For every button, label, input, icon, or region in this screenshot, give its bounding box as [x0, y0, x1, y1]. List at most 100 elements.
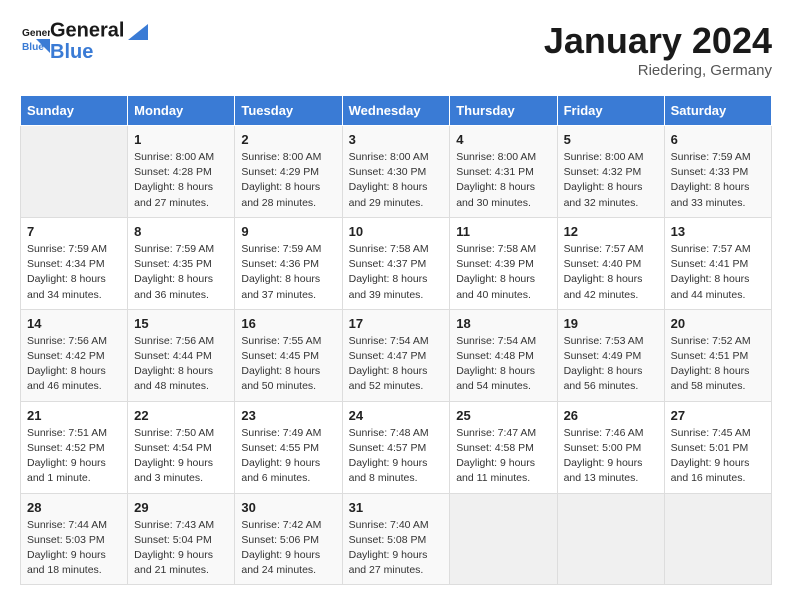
calendar-cell: 10Sunrise: 7:58 AM Sunset: 4:37 PM Dayli…	[342, 217, 450, 309]
calendar-cell	[450, 493, 557, 585]
day-number: 2	[241, 132, 335, 147]
calendar-cell: 21Sunrise: 7:51 AM Sunset: 4:52 PM Dayli…	[21, 401, 128, 493]
calendar-cell: 1 Sunrise: 8:00 AM Sunset: 4:28 PM Daylig…	[128, 126, 235, 218]
logo: General Blue General Blue	[20, 20, 148, 62]
svg-text:General: General	[22, 27, 50, 38]
logo-triangle-icon	[126, 20, 148, 42]
calendar-week-1: 1 Sunrise: 8:00 AM Sunset: 4:28 PM Daylig…	[21, 126, 772, 218]
day-number: 21	[27, 408, 121, 423]
day-number: 10	[349, 224, 444, 239]
calendar-cell: 6 Sunrise: 7:59 AM Sunset: 4:33 PM Daylig…	[664, 126, 771, 218]
calendar-cell: 23Sunrise: 7:49 AM Sunset: 4:55 PM Dayli…	[235, 401, 342, 493]
location: Riedering, Germany	[544, 62, 772, 79]
month-title: January 2024	[544, 20, 772, 62]
col-sunday: Sunday	[21, 96, 128, 126]
day-number: 31	[349, 500, 444, 515]
calendar-cell: 5 Sunrise: 8:00 AM Sunset: 4:32 PM Daylig…	[557, 126, 664, 218]
calendar-cell: 3 Sunrise: 8:00 AM Sunset: 4:30 PM Daylig…	[342, 126, 450, 218]
calendar-week-4: 21Sunrise: 7:51 AM Sunset: 4:52 PM Dayli…	[21, 401, 772, 493]
calendar-cell	[557, 493, 664, 585]
day-info: Sunrise: 7:59 AM Sunset: 4:34 PM Dayligh…	[27, 242, 121, 303]
day-number: 6	[671, 132, 765, 147]
day-info: Sunrise: 7:47 AM Sunset: 4:58 PM Dayligh…	[456, 426, 550, 487]
calendar-cell: 18Sunrise: 7:54 AM Sunset: 4:48 PM Dayli…	[450, 309, 557, 401]
day-number: 11	[456, 224, 550, 239]
calendar-cell: 26 Sunrise: 7:46 AM Sunset: 5:00 PM Dayli…	[557, 401, 664, 493]
day-number: 23	[241, 408, 335, 423]
day-info: Sunrise: 8:00 AM Sunset: 4:29 PM Dayligh…	[241, 150, 335, 211]
day-info: Sunrise: 7:42 AM Sunset: 5:06 PM Dayligh…	[241, 518, 335, 579]
calendar-cell: 25 Sunrise: 7:47 AM Sunset: 4:58 PM Dayli…	[450, 401, 557, 493]
calendar-cell: 13 Sunrise: 7:57 AM Sunset: 4:41 PM Dayli…	[664, 217, 771, 309]
calendar-header: Sunday Monday Tuesday Wednesday Thursday…	[21, 96, 772, 126]
calendar-cell	[664, 493, 771, 585]
calendar-cell: 30 Sunrise: 7:42 AM Sunset: 5:06 PM Dayli…	[235, 493, 342, 585]
logo-icon: General Blue	[22, 25, 50, 53]
day-info: Sunrise: 7:46 AM Sunset: 5:00 PM Dayligh…	[564, 426, 658, 487]
day-number: 7	[27, 224, 121, 239]
calendar-week-3: 14 Sunrise: 7:56 AM Sunset: 4:42 PM Dayli…	[21, 309, 772, 401]
logo-blue: Blue	[50, 42, 148, 62]
svg-text:Blue: Blue	[22, 41, 44, 52]
calendar-cell: 22Sunrise: 7:50 AM Sunset: 4:54 PM Dayli…	[128, 401, 235, 493]
calendar-cell: 16Sunrise: 7:55 AM Sunset: 4:45 PM Dayli…	[235, 309, 342, 401]
calendar-cell: 14 Sunrise: 7:56 AM Sunset: 4:42 PM Dayli…	[21, 309, 128, 401]
day-info: Sunrise: 7:55 AM Sunset: 4:45 PM Dayligh…	[241, 334, 335, 395]
logo-general: General	[50, 19, 124, 41]
day-info: Sunrise: 7:48 AM Sunset: 4:57 PM Dayligh…	[349, 426, 444, 487]
day-info: Sunrise: 7:57 AM Sunset: 4:40 PM Dayligh…	[564, 242, 658, 303]
calendar-cell: 8 Sunrise: 7:59 AM Sunset: 4:35 PM Daylig…	[128, 217, 235, 309]
day-info: Sunrise: 7:44 AM Sunset: 5:03 PM Dayligh…	[27, 518, 121, 579]
day-info: Sunrise: 7:59 AM Sunset: 4:35 PM Dayligh…	[134, 242, 228, 303]
day-info: Sunrise: 8:00 AM Sunset: 4:30 PM Dayligh…	[349, 150, 444, 211]
day-number: 4	[456, 132, 550, 147]
day-number: 24	[349, 408, 444, 423]
day-number: 20	[671, 316, 765, 331]
day-number: 26	[564, 408, 658, 423]
calendar-cell: 20Sunrise: 7:52 AM Sunset: 4:51 PM Dayli…	[664, 309, 771, 401]
calendar-cell: 15Sunrise: 7:56 AM Sunset: 4:44 PM Dayli…	[128, 309, 235, 401]
calendar-cell	[21, 126, 128, 218]
calendar-table: Sunday Monday Tuesday Wednesday Thursday…	[20, 95, 772, 585]
col-thursday: Thursday	[450, 96, 557, 126]
calendar-cell: 29Sunrise: 7:43 AM Sunset: 5:04 PM Dayli…	[128, 493, 235, 585]
day-info: Sunrise: 7:54 AM Sunset: 4:47 PM Dayligh…	[349, 334, 444, 395]
calendar-cell: 17Sunrise: 7:54 AM Sunset: 4:47 PM Dayli…	[342, 309, 450, 401]
day-number: 14	[27, 316, 121, 331]
day-number: 8	[134, 224, 228, 239]
calendar-body: 1 Sunrise: 8:00 AM Sunset: 4:28 PM Daylig…	[21, 126, 772, 585]
day-info: Sunrise: 7:53 AM Sunset: 4:49 PM Dayligh…	[564, 334, 658, 395]
day-number: 1	[134, 132, 228, 147]
day-info: Sunrise: 7:40 AM Sunset: 5:08 PM Dayligh…	[349, 518, 444, 579]
day-number: 27	[671, 408, 765, 423]
calendar-cell: 31 Sunrise: 7:40 AM Sunset: 5:08 PM Dayli…	[342, 493, 450, 585]
title-area: January 2024 Riedering, Germany	[544, 20, 772, 79]
day-number: 30	[241, 500, 335, 515]
calendar-week-2: 7 Sunrise: 7:59 AM Sunset: 4:34 PM Daylig…	[21, 217, 772, 309]
day-info: Sunrise: 8:00 AM Sunset: 4:28 PM Dayligh…	[134, 150, 228, 211]
day-number: 18	[456, 316, 550, 331]
calendar-cell: 12Sunrise: 7:57 AM Sunset: 4:40 PM Dayli…	[557, 217, 664, 309]
day-info: Sunrise: 7:59 AM Sunset: 4:33 PM Dayligh…	[671, 150, 765, 211]
calendar-cell: 27Sunrise: 7:45 AM Sunset: 5:01 PM Dayli…	[664, 401, 771, 493]
day-info: Sunrise: 8:00 AM Sunset: 4:32 PM Dayligh…	[564, 150, 658, 211]
calendar-cell: 7 Sunrise: 7:59 AM Sunset: 4:34 PM Daylig…	[21, 217, 128, 309]
day-info: Sunrise: 7:57 AM Sunset: 4:41 PM Dayligh…	[671, 242, 765, 303]
day-number: 5	[564, 132, 658, 147]
logo-wordmark: General Blue	[50, 20, 148, 62]
col-monday: Monday	[128, 96, 235, 126]
day-number: 19	[564, 316, 658, 331]
day-number: 22	[134, 408, 228, 423]
col-saturday: Saturday	[664, 96, 771, 126]
calendar-cell: 11 Sunrise: 7:58 AM Sunset: 4:39 PM Dayli…	[450, 217, 557, 309]
col-wednesday: Wednesday	[342, 96, 450, 126]
day-number: 9	[241, 224, 335, 239]
day-info: Sunrise: 7:56 AM Sunset: 4:42 PM Dayligh…	[27, 334, 121, 395]
day-number: 3	[349, 132, 444, 147]
day-number: 25	[456, 408, 550, 423]
page-header: General Blue General Blue January 2024 R…	[20, 20, 772, 79]
col-friday: Friday	[557, 96, 664, 126]
day-info: Sunrise: 7:58 AM Sunset: 4:39 PM Dayligh…	[456, 242, 550, 303]
day-number: 13	[671, 224, 765, 239]
calendar-cell: 28Sunrise: 7:44 AM Sunset: 5:03 PM Dayli…	[21, 493, 128, 585]
